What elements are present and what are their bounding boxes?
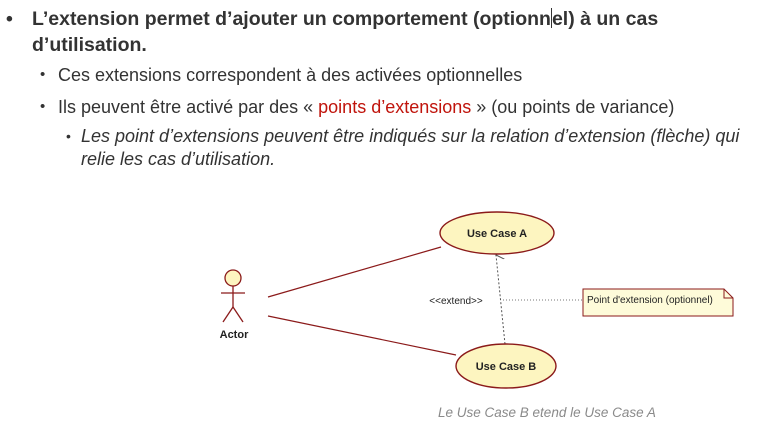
use-case-diagram: Actor <<extend>> Use Case A Use Case B P…: [220, 211, 734, 389]
use-case-a-label: Use Case A: [467, 228, 527, 240]
association-actor-use-case-b[interactable]: [267, 315, 457, 356]
use-case-b[interactable]: Use Case B: [455, 343, 557, 389]
actor-label: Actor: [220, 329, 249, 341]
use-case-b-label: Use Case B: [476, 361, 537, 373]
association-actor-use-case-a[interactable]: [267, 246, 442, 298]
actor-figure[interactable]: [221, 269, 245, 323]
use-case-a[interactable]: Use Case A: [439, 211, 555, 255]
extension-point-note[interactable]: Point d'extension (optionnel): [582, 288, 734, 317]
extend-label: <<extend>>: [429, 296, 483, 307]
actor-head: [224, 269, 242, 287]
actor-left-leg: [222, 306, 234, 323]
note-text: Point d'extension (optionnel): [587, 295, 713, 306]
diagram-caption: Le Use Case B etend le Use Case A: [438, 405, 656, 420]
actor-right-leg: [232, 306, 244, 323]
